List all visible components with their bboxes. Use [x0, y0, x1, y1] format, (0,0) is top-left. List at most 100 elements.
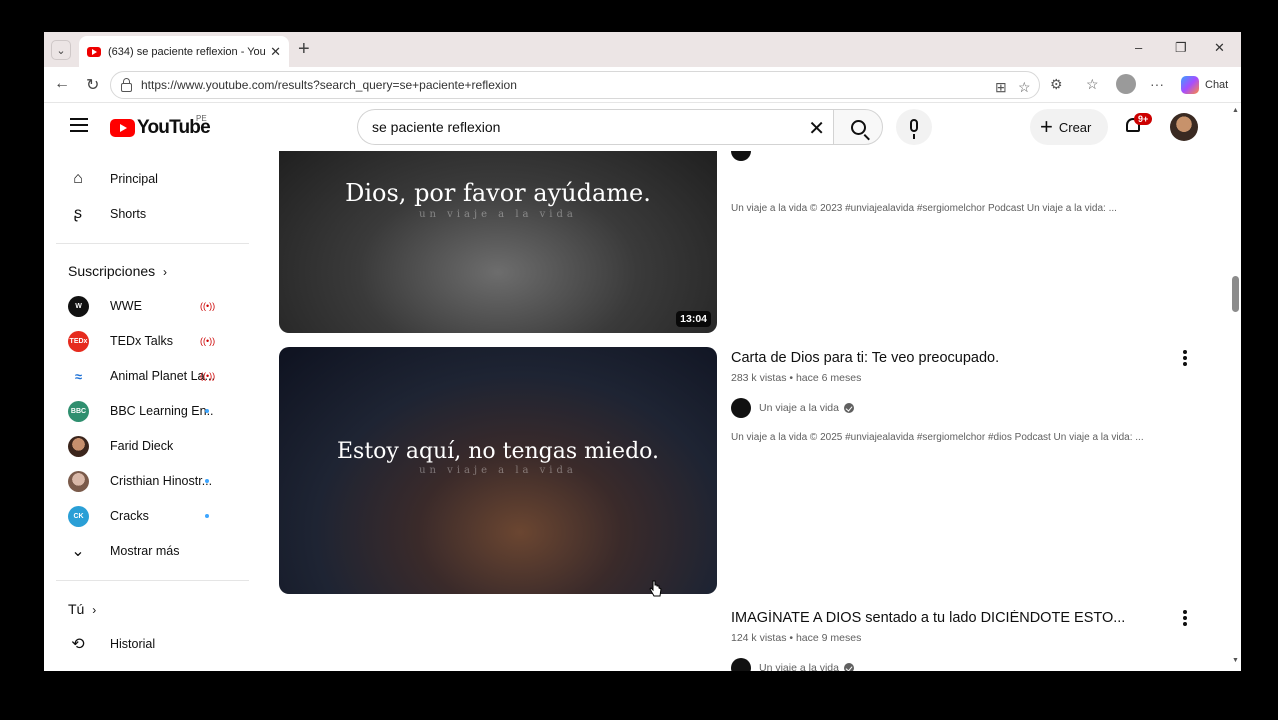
- region-code: PE: [196, 114, 207, 123]
- video-description: Un viaje a la vida © 2025 #unviajealavid…: [731, 432, 1144, 443]
- video-thumbnail[interactable]: Dios, por favor ayúdame. un viaje a la v…: [279, 151, 717, 333]
- video-info: Carta de Dios para ti: Te veo preocupado…: [731, 350, 1171, 443]
- subscription-item-cracks[interactable]: CK Cracks: [56, 500, 246, 532]
- tab-title: (634) se paciente reflexion - YouTube: [108, 45, 266, 58]
- microphone-icon: [910, 118, 918, 139]
- sidebar-item-shorts[interactable]: ʂ Shorts: [56, 198, 246, 230]
- home-icon: ⌂: [73, 170, 83, 187]
- tab-list-chevron-icon[interactable]: ⌄: [51, 40, 71, 60]
- profile-avatar[interactable]: [1116, 74, 1136, 94]
- more-options-icon[interactable]: ···: [1150, 76, 1164, 92]
- show-more-button[interactable]: ⌄ Mostrar más: [56, 535, 246, 567]
- menu-hamburger-icon[interactable]: [70, 118, 88, 132]
- history-icon: ⟲: [71, 636, 85, 653]
- app-available-icon[interactable]: ⊞: [995, 79, 1007, 96]
- channel-name: Un viaje a la vida: [759, 662, 839, 671]
- reload-icon[interactable]: ↻: [86, 75, 99, 95]
- live-broadcast-icon: ((•)): [200, 301, 216, 311]
- scroll-down-icon[interactable]: ▼: [1232, 657, 1239, 664]
- notifications-badge: 9+: [1134, 113, 1153, 125]
- youtube-logo[interactable]: YouTube: [110, 117, 211, 139]
- tab-youtube[interactable]: (634) se paciente reflexion - YouTube ✕: [79, 36, 289, 67]
- account-avatar[interactable]: [1170, 113, 1198, 141]
- video-info: Un viaje a la vida © 2023 #unviajealavid…: [731, 203, 1171, 214]
- subscriptions-heading[interactable]: Suscripciones ›: [68, 263, 167, 279]
- channel-avatar: ≈: [68, 365, 89, 387]
- hand-cursor-icon: [649, 580, 662, 597]
- video-info: IMAGÍNATE A DIOS sentado a tu lado DICIÉ…: [731, 610, 1171, 671]
- minimize-button[interactable]: –: [1135, 40, 1142, 55]
- subscription-label: TEDx Talks: [110, 334, 173, 348]
- subscription-item-wwe[interactable]: W WWE: [56, 290, 246, 322]
- close-window-button[interactable]: ✕: [1214, 40, 1225, 56]
- new-content-dot: [205, 479, 209, 483]
- sidebar-item-label: Shorts: [110, 207, 147, 221]
- search-query: se paciente reflexion: [372, 119, 501, 135]
- new-content-dot: [205, 409, 209, 413]
- shorts-icon: ʂ: [74, 205, 82, 222]
- sidebar: ⌂ Principal ʂ Shorts Suscripciones › W W…: [44, 151, 256, 671]
- subscription-label: Cracks: [110, 509, 149, 523]
- subscription-label: BBC Learning En...: [110, 404, 214, 418]
- search-icon: [850, 119, 866, 135]
- tab-close-icon[interactable]: ✕: [270, 44, 281, 60]
- channel-avatar: [731, 658, 751, 671]
- create-label: Crear: [1058, 119, 1092, 135]
- channel-name: Un viaje a la vida: [759, 402, 839, 414]
- video-duration: 13:04: [676, 311, 711, 327]
- channel-avatar: TEDx: [68, 330, 89, 352]
- channel-link[interactable]: Un viaje a la vida: [731, 398, 1171, 418]
- subscription-item-farid-dieck[interactable]: Farid Dieck: [56, 430, 246, 462]
- channel-link[interactable]: Un viaje a la vida: [731, 658, 1171, 671]
- scrollbar-thumb[interactable]: [1232, 276, 1239, 312]
- video-title[interactable]: Carta de Dios para ti: Te veo preocupado…: [731, 350, 1171, 366]
- url-text: https://www.youtube.com/results?search_q…: [141, 78, 517, 92]
- youtube-header: YouTube PE se paciente reflexion ✕ + Cre…: [44, 103, 1230, 151]
- favorite-star-icon[interactable]: ☆: [1018, 79, 1031, 96]
- more-actions-icon[interactable]: [1180, 350, 1190, 368]
- address-bar[interactable]: https://www.youtube.com/results?search_q…: [110, 71, 1040, 99]
- subscription-item-tedx[interactable]: TEDx TEDx Talks: [56, 325, 246, 357]
- sidebar-item-historial[interactable]: ⟲ Historial: [56, 628, 246, 660]
- subscription-item-animal-planet[interactable]: ≈ Animal Planet La...: [56, 360, 246, 392]
- voice-search-button[interactable]: [896, 109, 932, 145]
- page-scrollbar[interactable]: ▲ ▼: [1230, 103, 1241, 671]
- divider: [56, 243, 249, 244]
- browser-window: ⌄ (634) se paciente reflexion - YouTube …: [44, 32, 1241, 671]
- search-input[interactable]: se paciente reflexion ✕: [357, 109, 833, 145]
- subscription-label: Farid Dieck: [110, 439, 174, 453]
- back-arrow-icon[interactable]: ←: [54, 75, 70, 93]
- sidebar-item-principal[interactable]: ⌂ Principal: [56, 163, 246, 195]
- clear-search-icon[interactable]: ✕: [808, 116, 825, 141]
- subscription-item-bbc-learning[interactable]: BBC BBC Learning En...: [56, 395, 246, 427]
- subscription-item-cristhian[interactable]: Cristhian Hinostr...: [56, 465, 246, 497]
- video-thumbnail[interactable]: Estoy aquí, no tengas miedo. un viaje a …: [279, 347, 717, 594]
- restore-button[interactable]: ❐: [1175, 40, 1187, 56]
- copilot-label: Chat: [1205, 78, 1229, 91]
- new-tab-button[interactable]: +: [298, 38, 310, 61]
- create-button[interactable]: + Crear: [1030, 109, 1108, 145]
- tab-strip: ⌄ (634) se paciente reflexion - YouTube …: [44, 32, 1241, 67]
- search-results: Dios, por favor ayúdame. un viaje a la v…: [256, 151, 1230, 671]
- thumbnail-caption: Estoy aquí, no tengas miedo.: [336, 439, 660, 464]
- channel-avatar: [731, 398, 751, 418]
- new-content-dot: [205, 514, 209, 518]
- you-heading[interactable]: Tú ›: [68, 601, 96, 617]
- plus-icon: +: [1040, 114, 1053, 139]
- copilot-icon: [1181, 75, 1199, 94]
- video-title[interactable]: IMAGÍNATE A DIOS sentado a tu lado DICIÉ…: [731, 610, 1171, 626]
- live-broadcast-icon: ((•)): [200, 336, 216, 346]
- thumbnail-watermark: un viaje a la vida: [419, 209, 577, 220]
- sidebar-item-label: Principal: [110, 172, 158, 186]
- divider: [56, 580, 249, 581]
- search-button[interactable]: [833, 109, 883, 145]
- scroll-up-icon[interactable]: ▲: [1232, 107, 1239, 114]
- channel-avatar: BBC: [68, 400, 89, 422]
- favorites-icon[interactable]: ☆: [1086, 76, 1099, 93]
- channel-avatar: [68, 470, 89, 492]
- copilot-chat-button[interactable]: Chat: [1175, 71, 1237, 98]
- youtube-play-icon: [110, 119, 135, 137]
- extensions-icon[interactable]: ⚙: [1050, 76, 1063, 93]
- channel-avatar[interactable]: [731, 151, 751, 161]
- more-actions-icon[interactable]: [1180, 610, 1190, 628]
